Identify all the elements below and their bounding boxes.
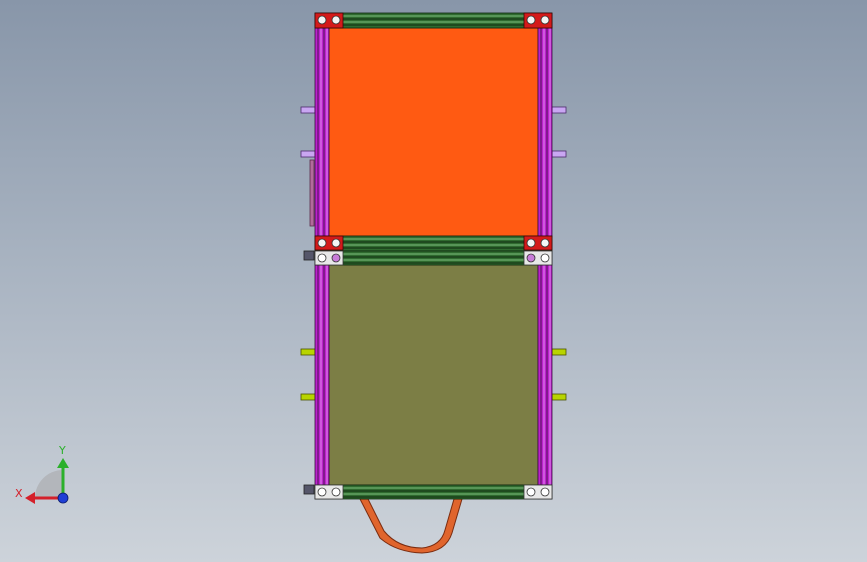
right-tab-upper-2 (551, 150, 567, 158)
triad-z-axis (57, 492, 69, 504)
top-crossbar (314, 12, 553, 29)
left-latch-upper (303, 250, 315, 261)
right-tab-lower-1 (551, 348, 567, 356)
lower-panel[interactable] (328, 264, 539, 486)
corner-fitting-bottom-right (523, 484, 553, 500)
corner-fitting-top-right (523, 12, 553, 29)
coordinate-triad (25, 458, 69, 504)
bottom-crossbar (314, 484, 553, 500)
graphics-viewport[interactable]: X Y (0, 0, 867, 562)
triad-plane-quadrant (35, 470, 63, 498)
left-tab-lower-2 (300, 393, 316, 401)
middle-crossbar-upper (314, 235, 553, 252)
left-latch-lower (303, 484, 315, 495)
right-tab-upper-1 (551, 106, 567, 114)
upper-panel[interactable] (328, 27, 539, 237)
corner-fitting-mid-right-lower (523, 250, 553, 266)
triad-x-arrow (25, 492, 35, 504)
left-upper-rail (314, 13, 330, 238)
right-upper-rail (537, 13, 553, 238)
corner-fitting-bottom-left (314, 484, 344, 500)
middle-crossbar-lower (314, 250, 553, 266)
right-tab-lower-2 (551, 393, 567, 401)
corner-fitting-mid-left-upper (314, 235, 344, 251)
left-tab-upper-2 (300, 150, 316, 158)
carry-handle[interactable] (359, 498, 463, 554)
left-side-bracket (309, 159, 315, 227)
cad-model-view[interactable] (0, 0, 867, 562)
corner-fitting-mid-left-lower (314, 250, 344, 266)
right-lower-rail (537, 250, 553, 500)
corner-fitting-top-left (314, 12, 344, 29)
triad-y-label: Y (59, 444, 66, 457)
triad-x-label: X (15, 487, 23, 500)
corner-fitting-mid-right-upper (523, 235, 553, 251)
triad-y-arrow (57, 458, 69, 468)
left-tab-upper-1 (300, 106, 316, 114)
left-lower-rail (314, 250, 330, 500)
left-tab-lower-1 (300, 348, 316, 356)
